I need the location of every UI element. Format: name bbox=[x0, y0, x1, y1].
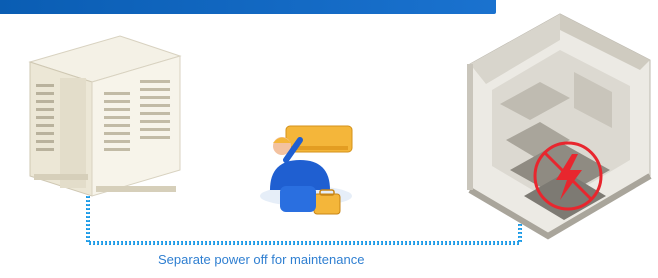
outdoor-ac-unit-icon bbox=[28, 35, 182, 197]
technician-repair-icon bbox=[260, 125, 353, 215]
room-floorplan-icon bbox=[467, 13, 652, 240]
caption-text: Separate power off for maintenance bbox=[158, 252, 365, 267]
maintenance-diagram bbox=[28, 13, 652, 245]
